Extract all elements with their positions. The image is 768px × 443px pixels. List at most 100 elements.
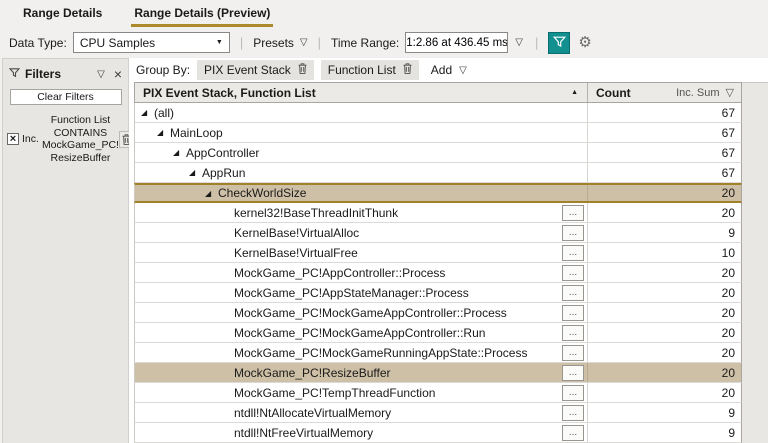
- settings-gear-icon[interactable]: ⚙: [578, 35, 591, 50]
- toolbar: Data Type: CPU Samples ▼ | Presets ▽ | T…: [0, 27, 768, 58]
- samples-table: PIX Event Stack, Function List ▲ Count I…: [134, 82, 742, 443]
- row-details-button[interactable]: ...: [562, 424, 584, 441]
- row-details-button[interactable]: ...: [562, 324, 584, 341]
- delete-chip-icon[interactable]: [298, 63, 307, 77]
- row-count-cell: 20: [721, 385, 735, 400]
- data-type-label: Data Type:: [9, 35, 67, 50]
- delete-chip-icon[interactable]: [403, 63, 412, 77]
- table-row[interactable]: ◢ AppRun 67: [134, 163, 742, 183]
- row-label: MockGame_PC!AppController::Process: [234, 265, 446, 280]
- row-count-cell: 9: [728, 225, 735, 240]
- chip-label: Function List: [327, 63, 396, 77]
- row-details-button[interactable]: ...: [562, 364, 584, 381]
- chevron-down-icon: ▼: [215, 39, 223, 46]
- row-details-button[interactable]: ...: [562, 344, 584, 361]
- filters-panel: Filters ▽ × Clear Filters × Inc. Functio…: [2, 58, 135, 443]
- filter-item: × Inc. Function List CONTAINS MockGame_P…: [5, 114, 135, 164]
- row-details-button[interactable]: ...: [562, 284, 584, 301]
- time-range-dropdown-icon[interactable]: ▽: [515, 37, 523, 48]
- group-by-chip-pix-event-stack[interactable]: PIX Event Stack: [197, 60, 314, 80]
- add-label: Add: [430, 63, 453, 77]
- table-row[interactable]: ◢ (all) 67: [134, 103, 742, 123]
- row-name-cell: KernelBase!VirtualFree...: [135, 243, 588, 262]
- expander-icon[interactable]: ◢: [189, 168, 202, 177]
- tab-range-details[interactable]: Range Details: [20, 1, 105, 27]
- group-by-chip-function-list[interactable]: Function List: [320, 60, 419, 80]
- tab-bar: Range Details Range Details (Preview): [0, 0, 768, 27]
- toolbar-separator: |: [317, 35, 321, 50]
- tab-range-details-preview[interactable]: Range Details (Preview): [131, 1, 274, 27]
- row-count-cell: 67: [721, 125, 735, 140]
- row-label: MockGame_PC!MockGameAppController::Run: [234, 325, 486, 340]
- funnel-icon: [8, 65, 21, 83]
- row-label: MockGame_PC!ResizeBuffer: [234, 365, 391, 380]
- content-area: Filters ▽ × Clear Filters × Inc. Functio…: [0, 58, 768, 443]
- row-details-button[interactable]: ...: [562, 304, 584, 321]
- table-body: ◢ (all) 67 ◢ MainLoop 67 ◢ AppController 67 ◢ AppR…: [134, 103, 742, 443]
- filter-enabled-checkbox[interactable]: ×: [7, 133, 19, 145]
- filters-close-icon[interactable]: ×: [114, 67, 122, 81]
- row-details-button[interactable]: ...: [562, 204, 584, 221]
- filter-mode-label: Inc.: [22, 133, 39, 145]
- table-row[interactable]: MockGame_PC!AppStateManager::Process... 2…: [134, 283, 742, 303]
- table-row[interactable]: MockGame_PC!MockGameRunningAppState::Pro…: [134, 343, 742, 363]
- table-row[interactable]: MockGame_PC!AppController::Process... 20: [134, 263, 742, 283]
- expander-icon[interactable]: ◢: [173, 148, 186, 157]
- row-name-cell: MockGame_PC!MockGameAppController::Proce…: [135, 303, 588, 322]
- row-label: (all): [154, 105, 174, 120]
- row-details-button[interactable]: ...: [562, 244, 584, 261]
- filters-dropdown-icon[interactable]: ▽: [97, 69, 105, 80]
- filter-toggle-button[interactable]: [548, 31, 571, 54]
- row-count-cell: 20: [721, 285, 735, 300]
- data-type-select[interactable]: CPU Samples ▼: [72, 32, 230, 53]
- row-name-cell: ◢ MainLoop: [135, 123, 588, 142]
- presets-button[interactable]: Presets ▽: [253, 36, 307, 50]
- row-details-button[interactable]: ...: [562, 404, 584, 421]
- aggregation-selector[interactable]: Inc. Sum ▽: [676, 86, 734, 100]
- chip-label: PIX Event Stack: [204, 63, 291, 77]
- table-row[interactable]: kernel32!BaseThreadInitThunk... 20: [134, 203, 742, 223]
- row-label: MockGame_PC!MockGameAppController::Proce…: [234, 305, 507, 320]
- clear-filters-button[interactable]: Clear Filters: [9, 89, 122, 105]
- table-row[interactable]: ◢ AppController 67: [134, 143, 742, 163]
- table-row[interactable]: ntdll!NtFreeVirtualMemory... 9: [134, 423, 742, 443]
- table-row[interactable]: MockGame_PC!MockGameAppController::Run..…: [134, 323, 742, 343]
- row-name-cell: ◢ CheckWorldSize: [135, 185, 588, 201]
- row-name-cell: MockGame_PC!ResizeBuffer...: [135, 363, 588, 382]
- expander-icon[interactable]: ◢: [141, 108, 154, 117]
- time-range-label: Time Range:: [331, 35, 400, 50]
- scrollbar-track[interactable]: [742, 82, 768, 443]
- row-label: KernelBase!VirtualAlloc: [234, 225, 360, 240]
- expander-icon[interactable]: ◢: [157, 128, 170, 137]
- filters-panel-title: Filters: [25, 67, 62, 81]
- table-row[interactable]: ◢ CheckWorldSize 20: [134, 183, 742, 203]
- column-header-event-stack[interactable]: PIX Event Stack, Function List ▲: [135, 83, 588, 102]
- table-row[interactable]: KernelBase!VirtualFree... 10: [134, 243, 742, 263]
- row-label: MockGame_PC!MockGameRunningAppState::Pro…: [234, 345, 528, 360]
- table-row[interactable]: KernelBase!VirtualAlloc... 9: [134, 223, 742, 243]
- row-details-button[interactable]: ...: [562, 384, 584, 401]
- row-label: CheckWorldSize: [218, 186, 307, 200]
- row-name-cell: ntdll!NtFreeVirtualMemory...: [135, 423, 588, 442]
- toolbar-separator: |: [534, 35, 539, 50]
- time-range-input[interactable]: [405, 32, 509, 53]
- row-name-cell: ntdll!NtAllocateVirtualMemory...: [135, 403, 588, 422]
- table-row[interactable]: MockGame_PC!TempThreadFunction... 20: [134, 383, 742, 403]
- aggregation-label: Inc. Sum: [676, 86, 720, 99]
- add-group-by-button[interactable]: Add ▽: [431, 63, 467, 77]
- row-count-cell: 67: [721, 165, 735, 180]
- row-name-cell: ◢ (all): [135, 103, 588, 122]
- row-name-cell: MockGame_PC!TempThreadFunction...: [135, 383, 588, 402]
- table-row[interactable]: ntdll!NtAllocateVirtualMemory... 9: [134, 403, 742, 423]
- row-label: MainLoop: [170, 125, 223, 140]
- row-name-cell: KernelBase!VirtualAlloc...: [135, 223, 588, 242]
- table-row[interactable]: MockGame_PC!ResizeBuffer... 20: [134, 363, 742, 383]
- row-details-button[interactable]: ...: [562, 264, 584, 281]
- column-header-label: Count: [596, 85, 631, 100]
- column-header-count[interactable]: Count Inc. Sum ▽: [588, 83, 741, 102]
- row-label: ntdll!NtFreeVirtualMemory: [234, 425, 374, 440]
- expander-icon[interactable]: ◢: [205, 189, 218, 198]
- table-row[interactable]: MockGame_PC!MockGameAppController::Proce…: [134, 303, 742, 323]
- table-row[interactable]: ◢ MainLoop 67: [134, 123, 742, 143]
- row-details-button[interactable]: ...: [562, 224, 584, 241]
